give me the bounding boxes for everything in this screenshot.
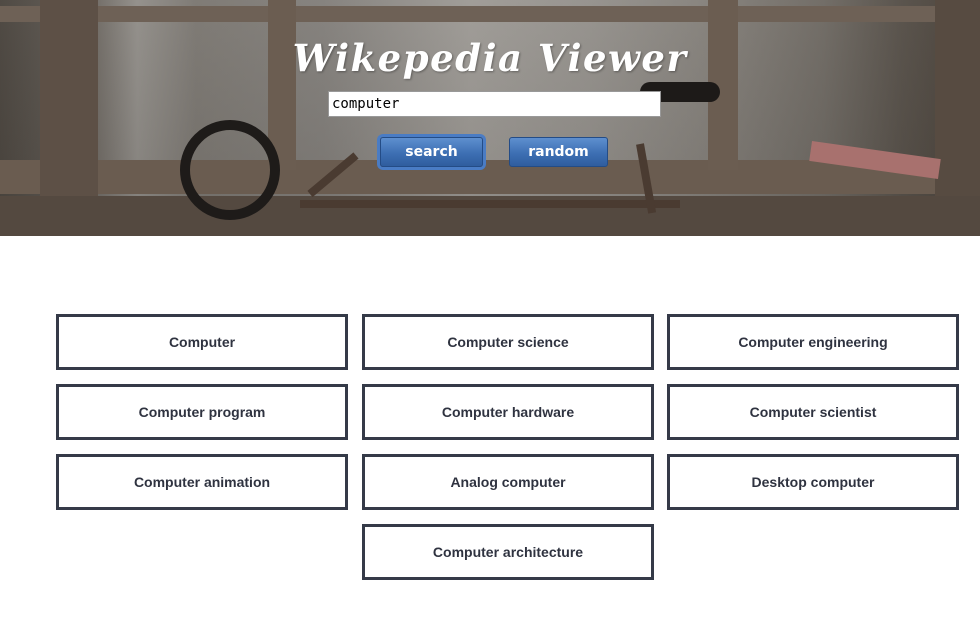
search-input[interactable] [328, 91, 661, 117]
result-item[interactable]: Computer hardware [362, 384, 654, 440]
result-item[interactable]: Computer engineering [667, 314, 959, 370]
hero-banner: Wikepedia Viewer search random [0, 0, 980, 236]
result-item[interactable]: Computer [56, 314, 348, 370]
result-item[interactable]: Computer animation [56, 454, 348, 510]
results-grid: Computer Computer science Computer engin… [0, 236, 980, 624]
result-item[interactable]: Desktop computer [667, 454, 959, 510]
page-title: Wikepedia Viewer [292, 36, 688, 80]
search-button[interactable]: search [380, 137, 483, 167]
result-item[interactable]: Computer architecture [362, 524, 654, 580]
random-button[interactable]: random [509, 137, 608, 167]
result-item[interactable]: Computer science [362, 314, 654, 370]
result-item[interactable]: Computer scientist [667, 384, 959, 440]
result-item[interactable]: Analog computer [362, 454, 654, 510]
result-item[interactable]: Computer program [56, 384, 348, 440]
